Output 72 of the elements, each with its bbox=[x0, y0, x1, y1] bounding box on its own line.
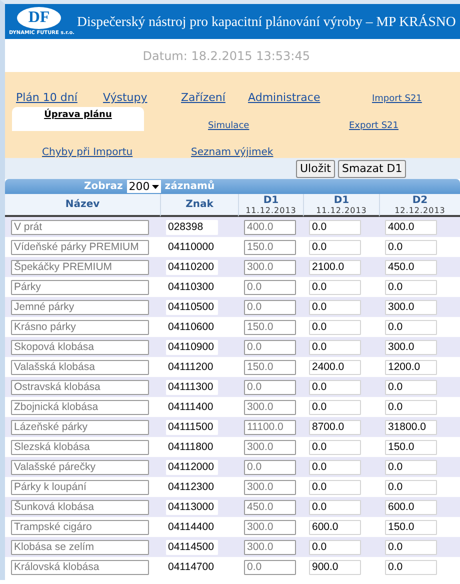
column-header: Název bbox=[65, 199, 100, 210]
quantity-field[interactable]: 0.0 bbox=[385, 380, 437, 394]
quantity-field[interactable]: 0.0 bbox=[309, 320, 361, 334]
quantity-field[interactable]: 600.0 bbox=[309, 520, 361, 534]
code-text: 04110200 bbox=[166, 260, 218, 274]
quantity-field[interactable]: 0.0 bbox=[309, 380, 361, 394]
quantity-field[interactable]: 0.0 bbox=[309, 500, 361, 514]
quantity-field[interactable]: 0.0 bbox=[309, 240, 361, 254]
quantity-field[interactable]: 8700.0 bbox=[309, 420, 361, 434]
quantity-field[interactable]: 0.0 bbox=[385, 280, 437, 294]
nav-link[interactable]: Výstupy bbox=[103, 91, 181, 104]
app-title: Dispečerský nástroj pro kapacitní plánování výroby – MP KRÁSNO bbox=[77, 14, 456, 30]
toolbar-button[interactable]: Smazat D1 bbox=[338, 160, 406, 178]
quantity-field[interactable]: 150.0 bbox=[385, 440, 437, 454]
code-text: 04111300 bbox=[166, 380, 218, 394]
nav-link[interactable]: Seznam výjimek bbox=[191, 147, 311, 158]
quantity-field[interactable]: 0.0 bbox=[309, 220, 361, 234]
quantity-field[interactable]: 0.0 bbox=[385, 240, 437, 254]
show-label: Zobraz bbox=[84, 181, 123, 192]
quantity-field[interactable]: 2400.0 bbox=[309, 360, 361, 374]
code-text: 04112000 bbox=[166, 460, 218, 474]
nav-link[interactable]: Chyby při Importu bbox=[42, 147, 191, 158]
code-text: 028398 bbox=[166, 220, 218, 234]
quantity-field[interactable]: 0.0 bbox=[309, 300, 361, 314]
quantity-field[interactable]: 0.0 bbox=[309, 460, 361, 474]
column-header: D2 bbox=[412, 194, 428, 206]
quantity-field[interactable]: 0.0 bbox=[385, 560, 437, 574]
quantity-field[interactable]: 300.0 bbox=[385, 300, 437, 314]
column-date: 11.12.2013 bbox=[246, 206, 296, 214]
quantity-field[interactable]: 0.0 bbox=[385, 540, 437, 554]
quantity-field[interactable]: 0.0 bbox=[309, 400, 361, 414]
quantity-field[interactable]: 600.0 bbox=[385, 500, 437, 514]
code-text: 04111500 bbox=[166, 420, 218, 434]
code-text: 04114500 bbox=[166, 540, 218, 554]
records-label: záznamů bbox=[164, 181, 215, 192]
nav-link[interactable]: Simulace bbox=[208, 121, 349, 131]
nav-link[interactable]: Import S21 bbox=[372, 94, 452, 104]
column-date: 11.12.2013 bbox=[316, 206, 367, 214]
code-text: 04110500 bbox=[166, 300, 218, 314]
toolbar-button[interactable]: Uložit bbox=[296, 160, 335, 178]
quantity-field[interactable]: 400.0 bbox=[385, 220, 437, 234]
column-date: 12.12.2013 bbox=[394, 206, 446, 214]
company-logo: DF bbox=[17, 7, 61, 29]
quantity-field[interactable]: 900.0 bbox=[309, 560, 361, 574]
quantity-field[interactable]: 0.0 bbox=[385, 400, 437, 414]
quantity-field[interactable]: 2100.0 bbox=[309, 260, 361, 274]
column-header: D1 bbox=[334, 194, 350, 206]
date-label: Datum: 18.2.2015 13:53:45 bbox=[142, 48, 311, 64]
quantity-field[interactable]: 0.0 bbox=[309, 540, 361, 554]
quantity-field[interactable]: 450.0 bbox=[385, 260, 437, 274]
nav-link[interactable]: Zařízení bbox=[181, 91, 248, 104]
quantity-field[interactable]: 31800.0 bbox=[385, 420, 437, 434]
nav-link[interactable]: Export S21 bbox=[349, 121, 449, 131]
quantity-field[interactable]: 0.0 bbox=[385, 460, 437, 474]
column-header: D1 bbox=[263, 194, 279, 206]
quantity-field[interactable]: 150.0 bbox=[385, 520, 437, 534]
quantity-field[interactable]: 0.0 bbox=[309, 440, 361, 454]
active-tab[interactable]: Úprava plánu bbox=[12, 107, 144, 131]
quantity-field[interactable]: 0.0 bbox=[309, 480, 361, 494]
code-text: 04110900 bbox=[166, 340, 218, 354]
quantity-field[interactable]: 0.0 bbox=[309, 340, 361, 354]
quantity-field[interactable]: 0.0 bbox=[385, 480, 437, 494]
quantity-field[interactable]: 0.0 bbox=[309, 280, 361, 294]
quantity-field[interactable]: 300.0 bbox=[385, 340, 437, 354]
quantity-field[interactable]: 1200.0 bbox=[385, 360, 437, 374]
column-header: Znak bbox=[186, 199, 214, 210]
nav-link[interactable]: Administrace bbox=[248, 91, 372, 104]
page-size-dropdown[interactable]: 200 bbox=[126, 180, 161, 193]
nav-link[interactable]: Plán 10 dní bbox=[16, 91, 103, 104]
code-text: 04113000 bbox=[166, 500, 218, 514]
dropdown-caret-icon bbox=[152, 184, 159, 188]
quantity-field[interactable]: 0.0 bbox=[385, 320, 437, 334]
